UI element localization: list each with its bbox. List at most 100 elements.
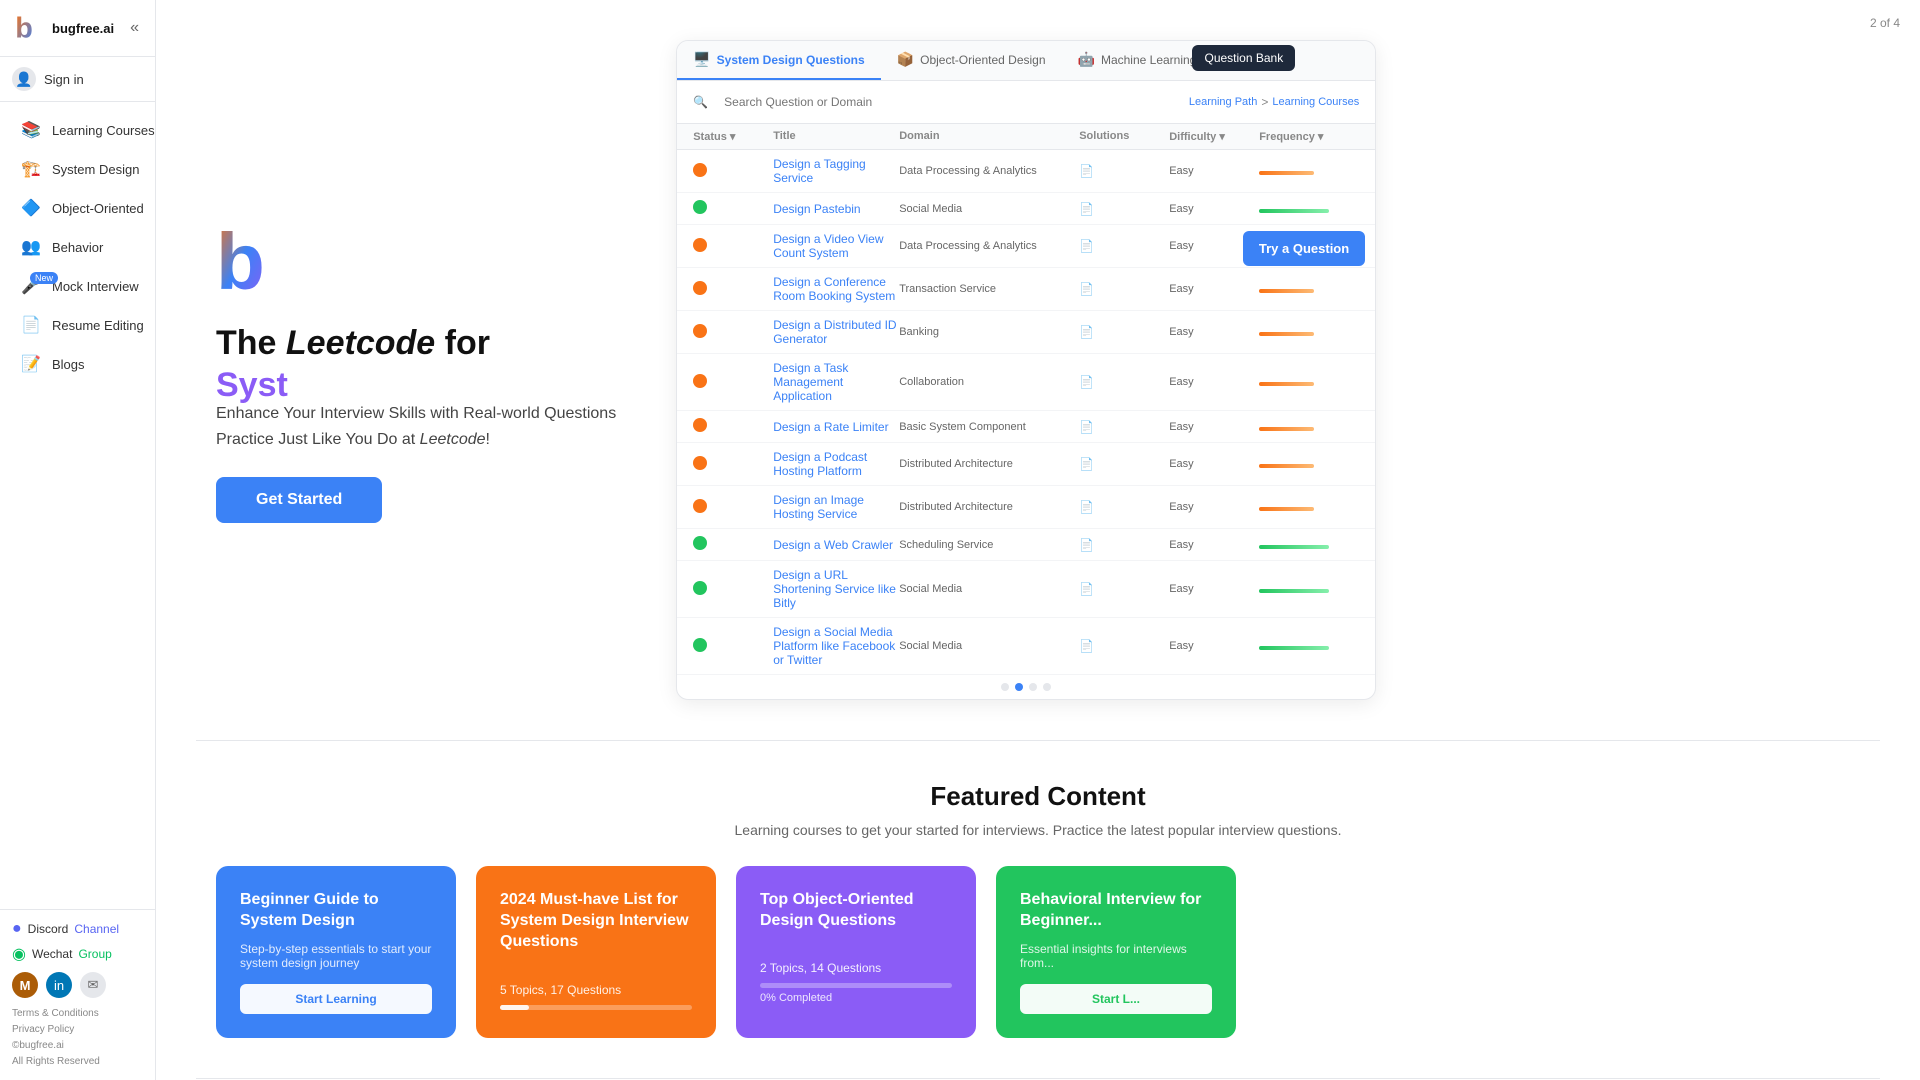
page-dot-1[interactable] — [1001, 683, 1009, 691]
hero-section: b The Leetcode for Syst Enhance Your Int… — [156, 0, 1920, 740]
question-difficulty: Easy — [1169, 283, 1259, 295]
discord-icon: ● — [12, 920, 22, 938]
solutions-cell: 📄 — [1079, 202, 1169, 216]
status-dot — [693, 163, 707, 177]
status-cell — [693, 238, 773, 255]
question-title[interactable]: Design a Conference Room Booking System — [773, 275, 899, 303]
logo-area[interactable]: b bugfree.ai — [12, 12, 114, 44]
frequency-cell — [1259, 585, 1359, 593]
table-row[interactable]: Design a Rate Limiter Basic System Compo… — [677, 411, 1375, 443]
search-input[interactable] — [714, 89, 1183, 115]
question-title[interactable]: Design a Video View Count System — [773, 232, 899, 260]
solutions-cell: 📄 — [1079, 420, 1169, 434]
page-dot-4[interactable] — [1043, 683, 1051, 691]
table-row[interactable]: Design a Web Crawler Scheduling Service … — [677, 529, 1375, 561]
status-dot — [693, 418, 707, 432]
email-icon[interactable]: ✉ — [80, 972, 106, 998]
solutions-cell: 📄 — [1079, 639, 1169, 653]
status-dot — [693, 581, 707, 595]
sidebar-item-resume-editing[interactable]: 📄 Resume Editing — [6, 306, 149, 344]
sidebar-item-label-mock-interview: Mock Interview — [52, 279, 139, 294]
qbank-breadcrumb: 🔍 Learning Path > Learning Courses — [677, 81, 1375, 124]
question-title[interactable]: Design a Rate Limiter — [773, 420, 899, 434]
table-row[interactable]: Design a Podcast Hosting Platform Distri… — [677, 443, 1375, 486]
question-title[interactable]: Design Pastebin — [773, 202, 899, 216]
question-domain: Data Processing & Analytics — [899, 165, 1079, 177]
question-domain: Collaboration — [899, 376, 1079, 388]
collapse-sidebar-button[interactable]: « — [126, 15, 143, 41]
sidebar-item-behavior[interactable]: 👥 Behavior — [6, 228, 149, 266]
featured-section-subtitle: Learning courses to get your started for… — [216, 822, 1860, 838]
sidebar-item-object-oriented[interactable]: 🔷 Object-Oriented — [6, 189, 149, 227]
course-card-ood[interactable]: Top Object-Oriented Design Questions 2 T… — [736, 866, 976, 1038]
discord-sub-label: Channel — [74, 922, 119, 936]
medium-icon[interactable]: M — [12, 972, 38, 998]
sidebar-item-learning-courses[interactable]: 📚 Learning Courses — [6, 111, 149, 149]
question-bank-tooltip: Question Bank — [1192, 45, 1295, 71]
table-row[interactable]: Design a Social Media Platform like Face… — [677, 618, 1375, 675]
question-difficulty: Easy — [1169, 326, 1259, 338]
table-row[interactable]: Design a Conference Room Booking System … — [677, 268, 1375, 311]
status-cell — [693, 499, 773, 516]
discord-channel-link[interactable]: ● Discord Channel — [12, 920, 143, 938]
table-row[interactable]: Design Pastebin Social Media 📄 Easy — [677, 193, 1375, 225]
sidebar-item-blogs[interactable]: 📝 Blogs — [6, 345, 149, 383]
card-meta-2024: 5 Topics, 17 Questions — [500, 983, 692, 997]
course-card-behavioral[interactable]: Behavioral Interview for Beginner... Ess… — [996, 866, 1236, 1038]
col-solutions: Solutions — [1079, 130, 1169, 143]
bugfree-logo-icon: b — [12, 12, 44, 44]
question-domain: Social Media — [899, 583, 1079, 595]
card-progress-bar-ood — [760, 983, 952, 988]
question-title[interactable]: Design a Task Management Application — [773, 361, 899, 403]
table-row[interactable]: Design a URL Shortening Service like Bit… — [677, 561, 1375, 618]
course-card-beginner-system-design[interactable]: Beginner Guide to System Design Step-by-… — [216, 866, 456, 1038]
status-dot — [693, 374, 707, 388]
start-learning-button-behavioral[interactable]: Start L... — [1020, 984, 1212, 1014]
wechat-group-link[interactable]: ◉ Wechat Group — [12, 944, 143, 964]
try-question-tooltip[interactable]: Try a Question — [1243, 231, 1365, 266]
question-domain: Basic System Component — [899, 421, 1079, 433]
question-difficulty: Easy — [1169, 421, 1259, 433]
question-title[interactable]: Design a Web Crawler — [773, 538, 899, 552]
question-title[interactable]: Design a Tagging Service — [773, 157, 899, 185]
question-title[interactable]: Design a URL Shortening Service like Bit… — [773, 568, 899, 610]
course-card-2024-list[interactable]: 2024 Must-have List for System Design In… — [476, 866, 716, 1038]
sidebar-item-mock-interview[interactable]: New 🎤 Mock Interview — [6, 267, 149, 305]
privacy-link[interactable]: Privacy Policy — [12, 1024, 74, 1035]
table-row[interactable]: Design a Task Management Application Col… — [677, 354, 1375, 411]
frequency-cell — [1259, 423, 1359, 431]
course-cards: Beginner Guide to System Design Step-by-… — [216, 866, 1860, 1038]
question-title[interactable]: Design a Podcast Hosting Platform — [773, 450, 899, 478]
tab-system-design-questions[interactable]: 🖥️ System Design Questions — [677, 41, 880, 80]
question-difficulty: Easy — [1169, 376, 1259, 388]
col-domain: Domain — [899, 130, 1079, 143]
question-difficulty: Easy — [1169, 458, 1259, 470]
page-dot-2[interactable] — [1015, 683, 1023, 691]
question-domain: Distributed Architecture — [899, 501, 1079, 513]
question-title[interactable]: Design a Social Media Platform like Face… — [773, 625, 899, 667]
table-row[interactable]: Design an Image Hosting Service Distribu… — [677, 486, 1375, 529]
linkedin-icon[interactable]: in — [46, 972, 72, 998]
signin-row[interactable]: 👤 Sign in — [0, 57, 155, 102]
card-desc-behavioral: Essential insights for interviews from..… — [1020, 942, 1212, 970]
page-dot-3[interactable] — [1029, 683, 1037, 691]
status-dot — [693, 200, 707, 214]
question-title[interactable]: Design an Image Hosting Service — [773, 493, 899, 521]
question-domain: Banking — [899, 326, 1079, 338]
table-row[interactable]: Design a Distributed ID Generator Bankin… — [677, 311, 1375, 354]
terms-link[interactable]: Terms & Conditions — [12, 1008, 99, 1019]
wechat-label: Wechat — [32, 947, 72, 961]
question-title[interactable]: Design a Distributed ID Generator — [773, 318, 899, 346]
sidebar-item-system-design[interactable]: 🏗️ System Design — [6, 150, 149, 188]
breadcrumb-learning-path[interactable]: Learning Path — [1189, 96, 1258, 108]
question-domain: Distributed Architecture — [899, 458, 1079, 470]
table-row[interactable]: Design a Tagging Service Data Processing… — [677, 150, 1375, 193]
question-table: Design a Tagging Service Data Processing… — [677, 150, 1375, 675]
get-started-button[interactable]: Get Started — [216, 477, 382, 523]
sidebar-item-label-object-oriented: Object-Oriented — [52, 201, 144, 216]
col-frequency: Frequency ▾ — [1259, 130, 1359, 143]
question-difficulty: Easy — [1169, 539, 1259, 551]
start-learning-button-beginner[interactable]: Start Learning — [240, 984, 432, 1014]
behavior-icon: 👥 — [20, 236, 42, 258]
tab-object-oriented-design[interactable]: 📦 Object-Oriented Design — [881, 41, 1062, 80]
